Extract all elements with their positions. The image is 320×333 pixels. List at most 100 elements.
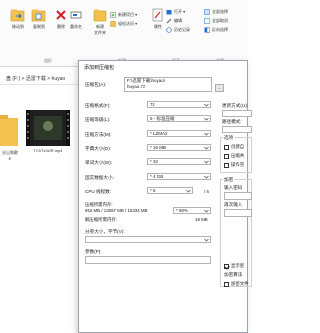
- solid-size-label: 固实数据大小:: [85, 175, 114, 180]
- option-2-checkbox[interactable]: 压缩共: [224, 153, 244, 159]
- option-1-checkbox[interactable]: 创建自: [224, 144, 244, 150]
- video-thumbnail-icon: [26, 110, 70, 146]
- archive-name-text: huyao.7z: [127, 84, 146, 89]
- method-label: 压缩方法(M):: [85, 132, 112, 137]
- level-value: 5 - 标准压缩: [150, 116, 175, 121]
- parameters-label: 参数(P):: [85, 249, 102, 254]
- new-item-icon: [110, 12, 116, 18]
- method-value: * LZMA2: [150, 131, 168, 136]
- properties-icon: [152, 8, 163, 22]
- encrypt-names-label: 加密文件: [231, 281, 249, 286]
- video-file-tile[interactable]: TChTx3UR.mp4: [26, 110, 70, 153]
- dictionary-label: 字典大小(D):: [85, 146, 112, 151]
- delete-x-icon: [56, 10, 66, 20]
- chevron-down-icon: [186, 189, 191, 193]
- word-size-label: 单词大小(W):: [85, 160, 113, 165]
- new-item-button[interactable]: 新建项目 ▾: [110, 12, 137, 18]
- memory-percent-value: * 80%: [176, 208, 189, 213]
- parameters-field[interactable]: [85, 256, 211, 264]
- select-none-button[interactable]: 全部取消: [204, 18, 228, 24]
- open-button[interactable]: 打开 ▾: [166, 9, 185, 15]
- compress-memory-values: 952 MB / 13067 MB / 16334 MB: [85, 208, 148, 213]
- rename-button[interactable]: 重命名: [70, 8, 82, 30]
- reenter-password-label: 再次输入: [224, 202, 243, 207]
- archive-label: 压缩包(A):: [85, 82, 107, 87]
- chevron-down-icon: [204, 146, 209, 150]
- split-size-select[interactable]: [85, 236, 211, 243]
- dictionary-select[interactable]: * 16 MB: [147, 144, 211, 151]
- select-all-label: 全部选择: [212, 9, 228, 14]
- decompress-memory-value: 18 MB: [195, 217, 208, 222]
- move-to-label: 移动到: [12, 24, 24, 29]
- chevron-down-icon: [204, 132, 209, 136]
- folder-icon: [0, 115, 18, 146]
- reenter-password-field[interactable]: [224, 209, 252, 217]
- update-mode-select[interactable]: [222, 110, 252, 117]
- properties-button[interactable]: 属性: [152, 8, 164, 30]
- solid-size-value: * 4 GB: [150, 174, 164, 179]
- select-all-icon: [204, 9, 210, 15]
- show-password-checkbox[interactable]: 显示密: [224, 263, 244, 269]
- chevron-down-icon: [204, 160, 209, 164]
- move-to-button[interactable]: 移动到: [10, 8, 26, 30]
- path-mode-select[interactable]: [222, 126, 252, 133]
- option-3-label: 操作完: [231, 162, 245, 167]
- add-to-archive-dialog: 添加到压缩包 压缩包(A): F:\迅雷下载\huyao\ huyao.7z .…: [78, 60, 252, 333]
- format-value: 7z: [150, 102, 155, 107]
- cpu-threads-value: * 6: [150, 188, 156, 193]
- chevron-down-icon: [204, 209, 209, 213]
- open-label: 打开 ▾: [174, 9, 186, 14]
- new-folder-label-2: 文件夹: [94, 30, 106, 35]
- copy-to-label: 复制到: [33, 24, 45, 29]
- format-select[interactable]: 7z: [147, 101, 211, 108]
- password-label: 输入密码: [224, 185, 243, 190]
- option-3-checkbox[interactable]: 操作完: [224, 162, 244, 168]
- browse-button[interactable]: ...: [215, 84, 224, 92]
- chevron-down-icon: [204, 175, 209, 179]
- invert-selection-icon: [204, 27, 210, 33]
- edit-button[interactable]: 编辑: [166, 18, 182, 24]
- cpu-threads-select[interactable]: * 6: [147, 187, 193, 194]
- solid-size-select[interactable]: * 4 GB: [147, 173, 211, 180]
- archive-path-field[interactable]: F:\迅雷下载\huyao\ huyao.7z: [124, 77, 212, 92]
- memory-percent-select[interactable]: * 80%: [173, 207, 211, 214]
- encryption-label: 加密: [223, 177, 235, 183]
- copy-to-button[interactable]: 复制到: [31, 8, 47, 30]
- history-button[interactable]: 历史记录: [166, 27, 190, 33]
- edit-icon: [166, 18, 172, 24]
- password-field[interactable]: [224, 192, 252, 200]
- decompress-memory-label: 解压缩所需内存:: [85, 217, 117, 222]
- folder-tile[interactable]: 谷山和歌 E: [0, 112, 20, 161]
- history-label: 历史记录: [174, 27, 190, 32]
- dictionary-value: * 16 MB: [150, 145, 167, 150]
- chevron-down-icon: [204, 117, 209, 121]
- checkbox-icon: [224, 281, 229, 287]
- update-mode-label: 更新方式(U):: [222, 103, 249, 108]
- delete-button[interactable]: 删除: [55, 8, 67, 30]
- new-item-label: 新建项目 ▾: [118, 12, 138, 17]
- level-select[interactable]: 5 - 标准压缩: [147, 115, 211, 122]
- select-all-button[interactable]: 全部选择: [204, 9, 228, 15]
- option-1-label: 创建自: [231, 144, 245, 149]
- checkbox-icon: [224, 162, 229, 168]
- word-size-select[interactable]: * 32: [147, 158, 211, 165]
- checkbox-icon: [224, 144, 229, 150]
- group-label-organize: 组织: [44, 58, 52, 63]
- invert-selection-button[interactable]: 反向选择: [204, 27, 228, 33]
- encrypt-names-checkbox[interactable]: 加密文件: [224, 281, 249, 287]
- new-folder-icon: [93, 9, 107, 22]
- chevron-down-icon: [204, 238, 209, 242]
- easy-access-button[interactable]: 轻松访问 ▾: [110, 21, 137, 27]
- checkbox-icon: [224, 153, 229, 159]
- rename-icon: [70, 11, 82, 19]
- folder-move-icon: [10, 9, 25, 22]
- dialog-title: 添加到压缩包: [84, 65, 115, 71]
- invert-selection-label: 反向选择: [212, 27, 228, 32]
- delete-label: 删除: [57, 24, 65, 29]
- new-folder-button[interactable]: 新建 文件夹: [93, 8, 107, 36]
- method-select[interactable]: * LZMA2: [147, 130, 211, 137]
- format-label: 压缩格式(F):: [85, 103, 111, 108]
- word-size-value: * 32: [150, 159, 159, 164]
- select-none-label: 全部取消: [212, 18, 228, 23]
- ribbon: 移动到 复制到 删除 重命名 新建 文件夹 新建项目 ▾ 轻松访问 ▾ 属性 打…: [0, 0, 248, 67]
